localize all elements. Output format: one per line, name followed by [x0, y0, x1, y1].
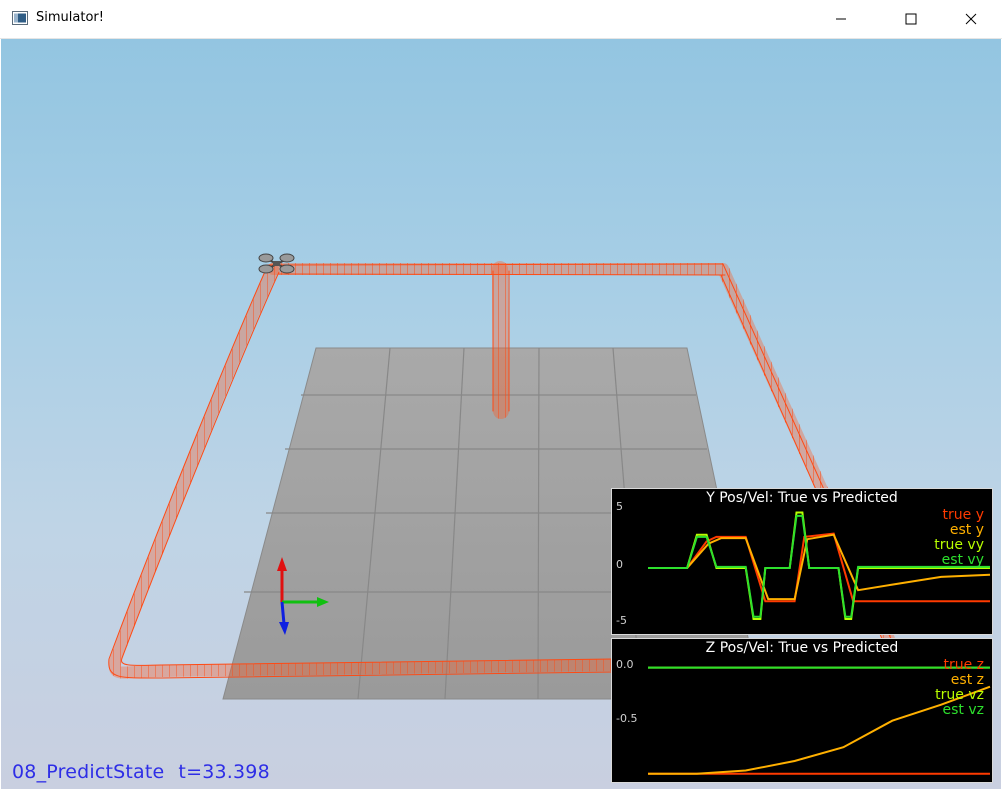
legend-est-vy: est vy	[941, 552, 984, 568]
y-plot-chart	[648, 511, 991, 620]
legend-true-vy: true vy	[934, 537, 984, 553]
series-line-true-vy	[648, 511, 990, 620]
legend-est-y: est y	[949, 522, 984, 538]
close-button[interactable]	[948, 0, 994, 38]
legend-true-vz: true vz	[935, 687, 984, 703]
minimize-button[interactable]	[818, 0, 864, 38]
sim-time: t=33.398	[178, 761, 270, 783]
legend-true-y: true y	[942, 507, 984, 523]
maximize-icon	[905, 13, 917, 25]
title-bar[interactable]: Simulator!	[0, 0, 1002, 39]
y-tick-label: 0	[616, 558, 623, 571]
legend-est-z: est z	[950, 672, 984, 688]
simulation-viewport[interactable]: Y Pos/Vel: True vs Predicted 5 0 -5 true…	[1, 39, 1001, 789]
scenario-name: 08_PredictState	[12, 761, 165, 783]
y-tick-label: 0.0	[616, 658, 634, 671]
close-icon	[965, 13, 977, 25]
y-plot-panel: Y Pos/Vel: True vs Predicted 5 0 -5 true…	[611, 488, 993, 635]
y-tick-label: -0.5	[616, 712, 638, 725]
legend-est-vz: est vz	[942, 702, 984, 718]
z-plot-chart	[648, 666, 991, 775]
legend-true-z: true z	[943, 657, 984, 673]
window-title: Simulator!	[36, 10, 104, 25]
y-tick-label: 5	[616, 500, 623, 513]
status-bar: 08_PredictState t=33.398	[12, 761, 284, 783]
maximize-button[interactable]	[888, 0, 934, 38]
minimize-icon	[836, 18, 846, 20]
app-window-icon	[12, 11, 28, 25]
y-tick-label: -5	[616, 614, 627, 627]
z-plot-panel: Z Pos/Vel: True vs Predicted 0.0 -0.5 tr…	[611, 638, 993, 783]
